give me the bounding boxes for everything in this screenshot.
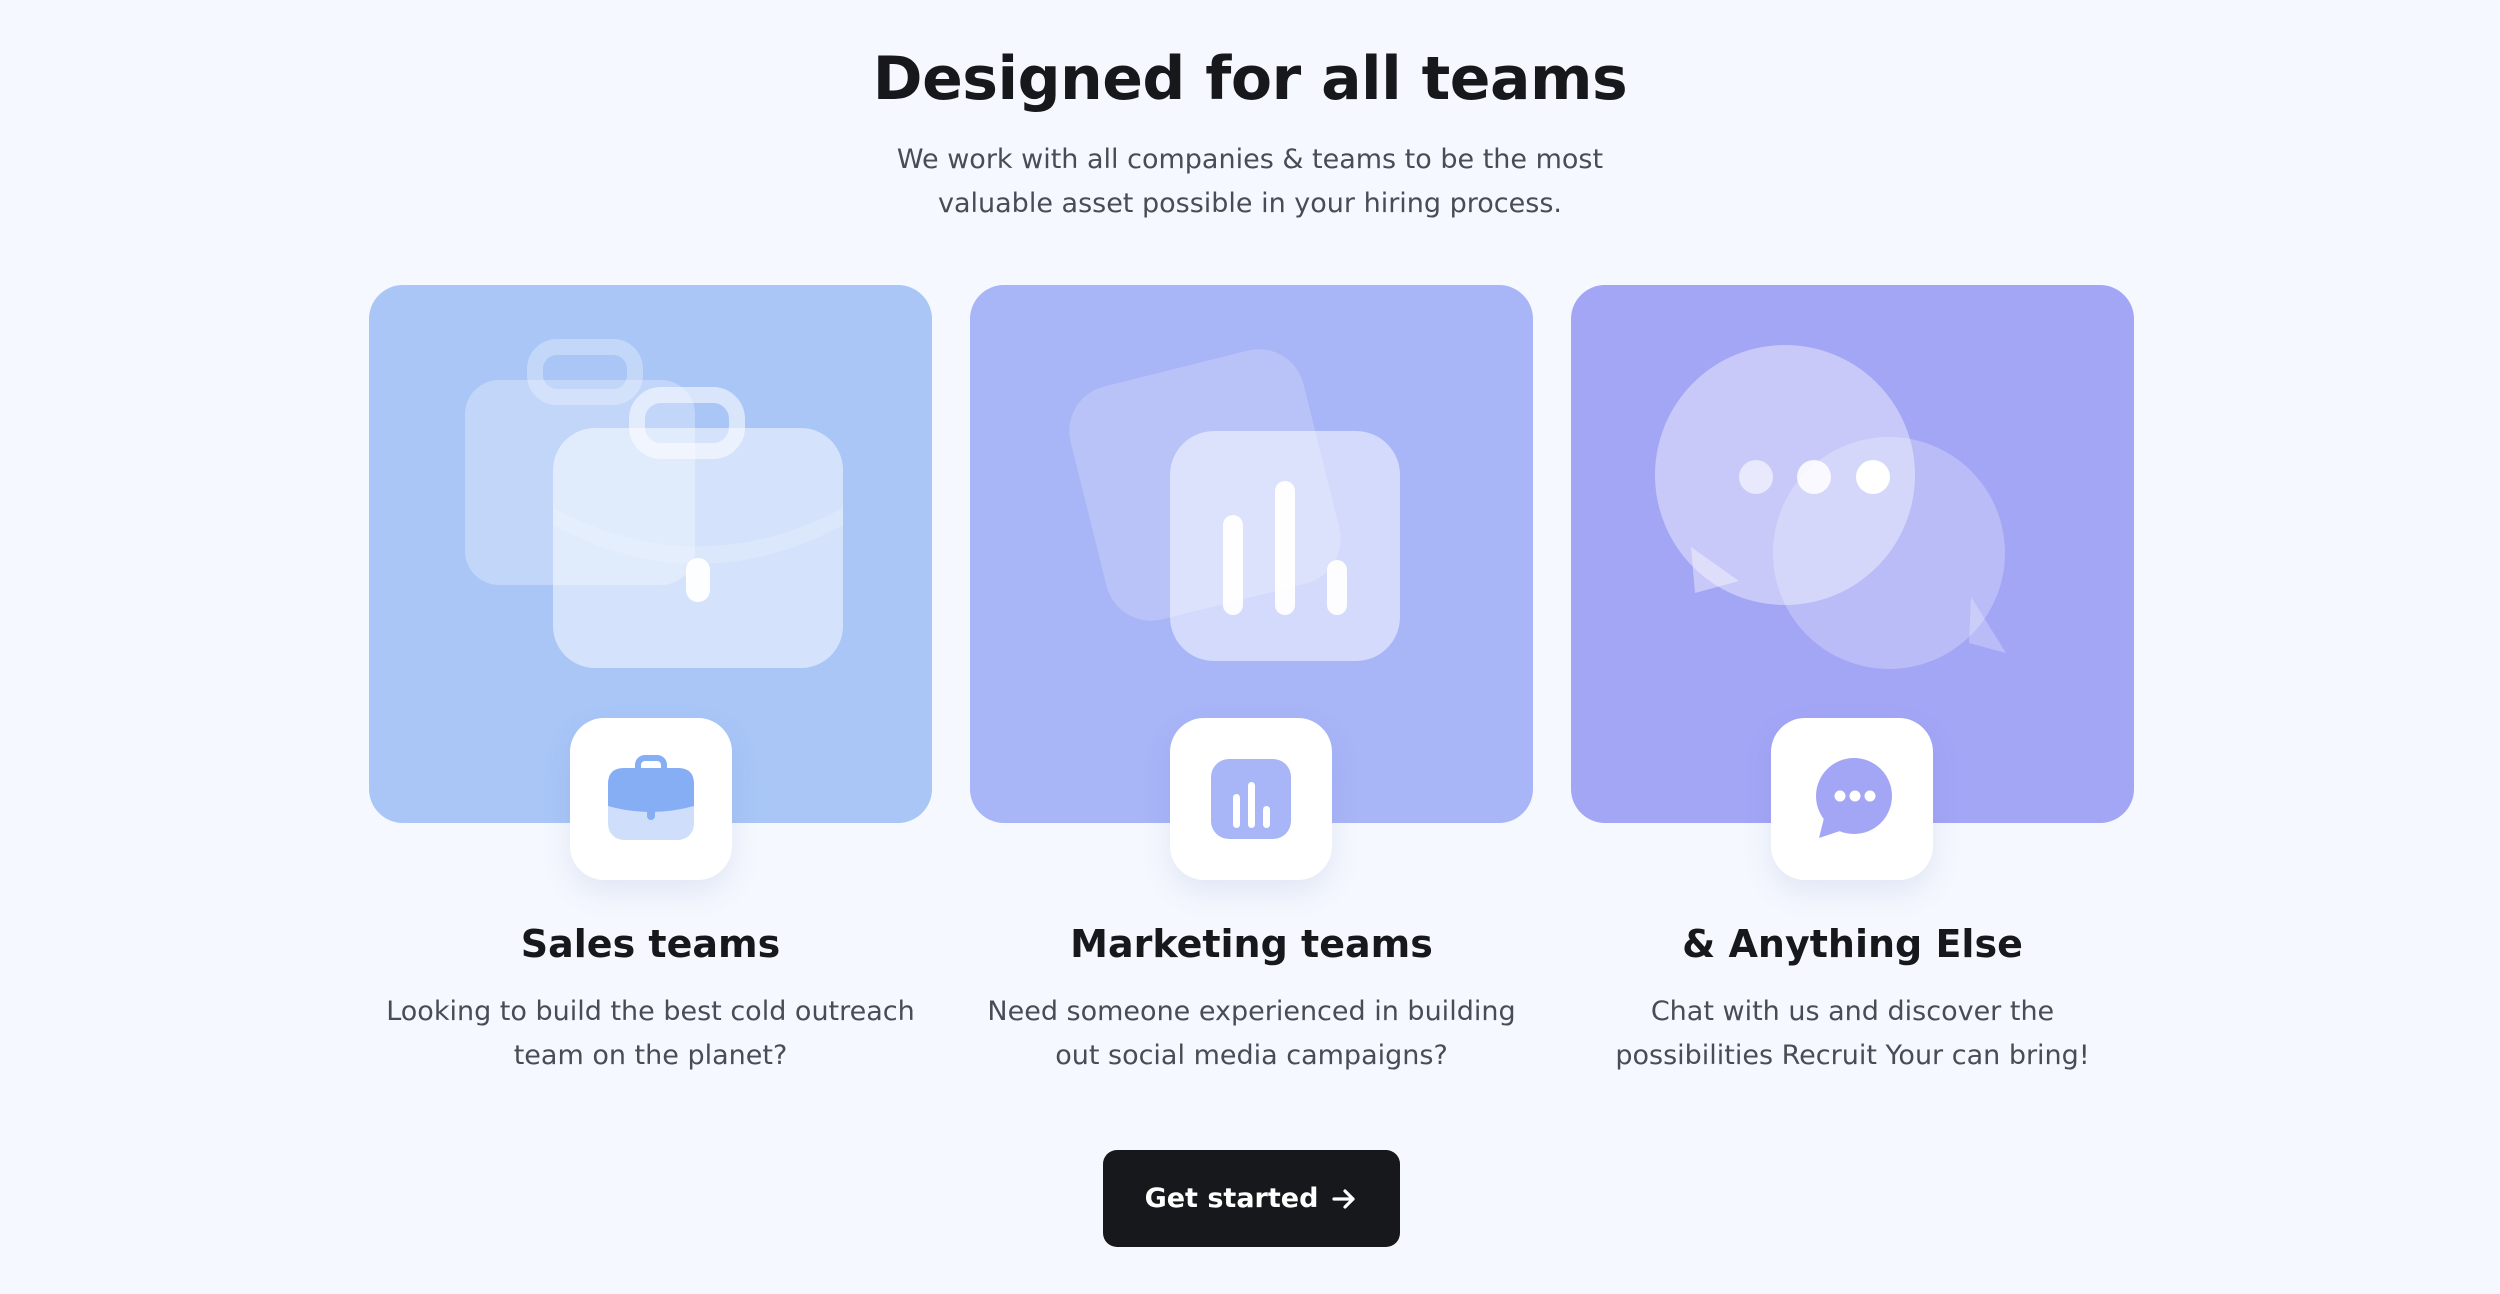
section-title: Designed for all teams <box>872 44 1628 114</box>
anything-else-card-title: & Anything Else <box>1682 922 2023 966</box>
chat-bubble-icon <box>1816 758 1892 838</box>
anything-else-card-description: Chat with us and discover the possibilit… <box>1615 996 2090 1071</box>
arrow-right-icon <box>1332 1188 1356 1209</box>
sales-card-title: Sales teams <box>520 922 781 966</box>
get-started-label: Get started <box>1144 1183 1319 1214</box>
marketing-card-title: Marketing teams <box>1070 922 1433 966</box>
sales-badge <box>570 718 732 880</box>
bar-chart-icon <box>1211 759 1291 839</box>
section-subtitle: We work with all companies & teams to be… <box>896 144 1604 219</box>
get-started-button[interactable]: Get started <box>1103 1150 1400 1247</box>
marketing-card-description: Need someone experienced in building out… <box>987 996 1516 1071</box>
marketing-badge <box>1170 718 1332 880</box>
briefcase-icon <box>608 755 694 840</box>
anything-else-badge <box>1771 718 1933 880</box>
sales-card-description: Looking to build the best cold outreach … <box>386 996 915 1071</box>
